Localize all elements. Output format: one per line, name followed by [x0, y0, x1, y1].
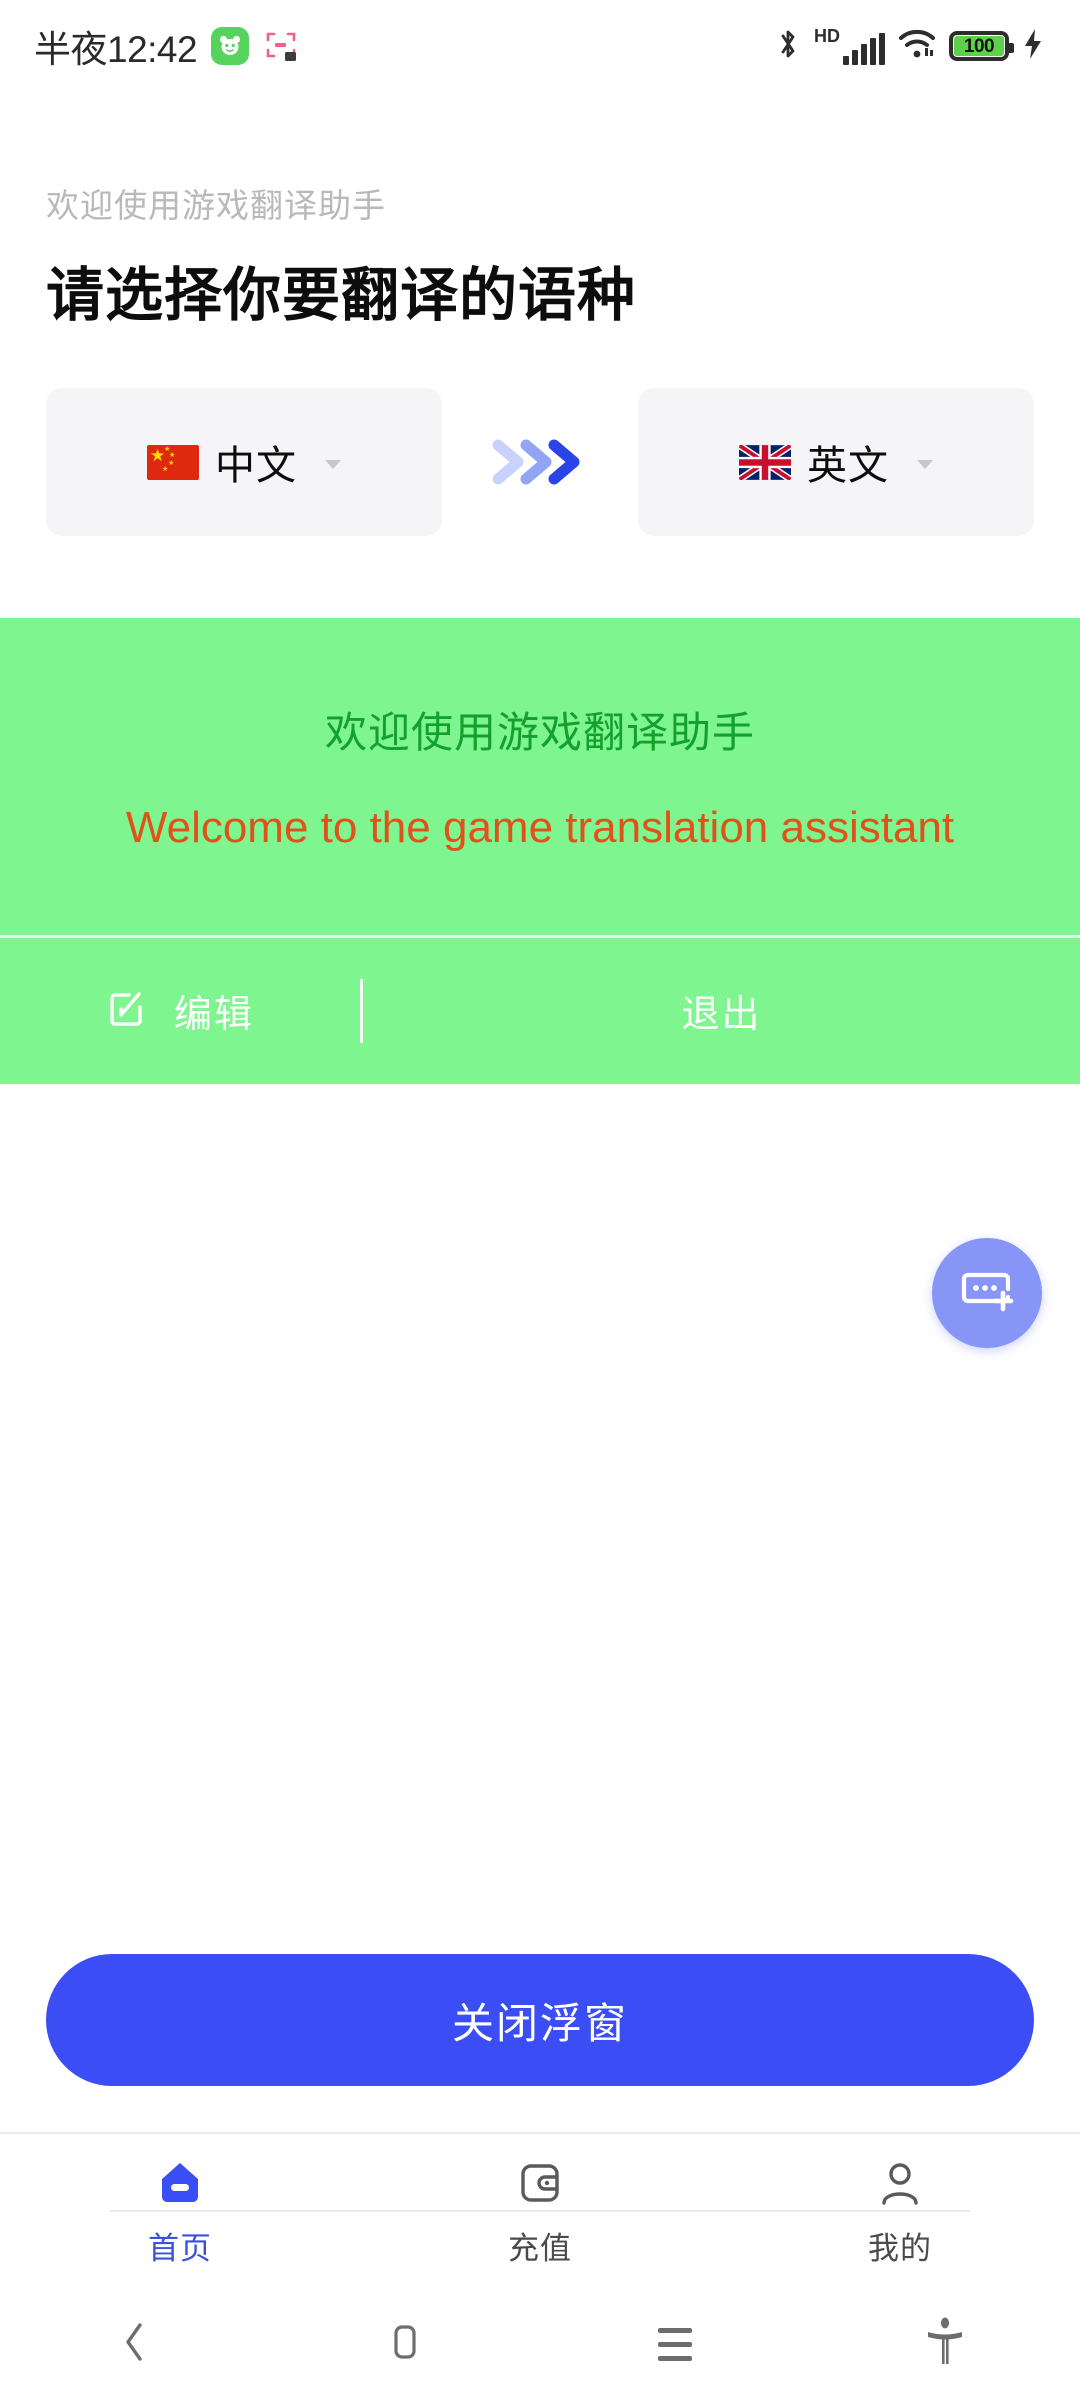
- exit-button-label: 退出: [681, 994, 762, 1037]
- wallet-icon: [514, 2155, 566, 2211]
- triple-chevron-right-icon: [480, 429, 600, 495]
- source-language-selector[interactable]: ★ ★ ★ ★ ★ 中文: [46, 388, 442, 537]
- chevron-down-icon: [325, 459, 341, 469]
- phone-screen: 半夜12:42 HD 100 欢迎使用游戏翻译助手 请选择你要翻译的语种 ★ ★…: [0, 0, 1080, 2400]
- translation-content: 欢迎使用游戏翻译助手 Welcome to the game translati…: [0, 618, 1080, 935]
- status-clock: 半夜12:42: [34, 29, 198, 70]
- add-caption-card-icon: [956, 1259, 1018, 1326]
- tab-home-label: 首页: [148, 2230, 212, 2266]
- charging-bolt-icon: [1022, 27, 1044, 66]
- edit-button[interactable]: 编辑: [0, 983, 360, 1039]
- source-language-label: 中文: [215, 444, 297, 489]
- content-area: [0, 1084, 1080, 1954]
- bluetooth-icon: [775, 26, 801, 67]
- target-language-label: 英文: [807, 444, 889, 489]
- status-bar-left: 半夜12:42: [34, 19, 299, 73]
- battery-level: 100: [963, 35, 995, 57]
- back-chevron-icon: [118, 2319, 152, 2370]
- wifi-icon: [898, 28, 936, 65]
- scan-frame-icon: [263, 28, 299, 64]
- home-square-icon: [388, 2320, 422, 2369]
- translation-panel-actions: 编辑 退出: [0, 938, 1080, 1084]
- china-flag-icon: ★ ★ ★ ★ ★: [147, 444, 199, 480]
- action-separator: [360, 978, 363, 1043]
- language-selector-row: ★ ★ ★ ★ ★ 中文 英文: [0, 388, 1080, 537]
- hd-label: HD: [814, 26, 840, 46]
- accessibility-person-icon: [922, 2314, 968, 2375]
- nav-back-button[interactable]: [0, 2319, 270, 2370]
- status-bar: 半夜12:42 HD 100: [0, 0, 1080, 92]
- chevron-down-icon: [917, 459, 933, 469]
- person-icon: [874, 2155, 926, 2211]
- translation-result-text: Welcome to the game translation assistan…: [125, 802, 955, 852]
- translation-panel: 欢迎使用游戏翻译助手 Welcome to the game translati…: [0, 618, 1080, 1084]
- page-header: 欢迎使用游戏翻译助手 请选择你要翻译的语种: [0, 92, 1080, 330]
- edit-pencil-square-icon: [106, 983, 152, 1039]
- add-caption-card-button[interactable]: [932, 1237, 1042, 1348]
- tab-profile-label: 我的: [868, 2230, 932, 2266]
- tab-underline: [110, 2210, 970, 2212]
- recents-lines-icon: [658, 2327, 692, 2361]
- primary-action-wrap: 关闭浮窗: [0, 1954, 1080, 2086]
- status-bar-right: HD 100: [775, 26, 1044, 67]
- close-floating-window-button[interactable]: 关闭浮窗: [46, 1954, 1034, 2086]
- panda-app-icon: [211, 27, 250, 65]
- exit-button[interactable]: 退出: [363, 983, 1080, 1038]
- tab-recharge-label: 充值: [508, 2230, 572, 2266]
- nav-home-button[interactable]: [270, 2320, 540, 2369]
- nav-recents-button[interactable]: [540, 2327, 810, 2361]
- page-title: 请选择你要翻译的语种: [46, 262, 637, 328]
- edit-button-label: 编辑: [173, 994, 254, 1037]
- signal-bars: [843, 33, 885, 65]
- uk-flag-icon: [739, 444, 791, 480]
- target-language-selector[interactable]: 英文: [638, 388, 1034, 537]
- welcome-subtitle: 欢迎使用游戏翻译助手: [46, 187, 386, 224]
- cellular-signal-icon: HD: [814, 27, 885, 65]
- android-navigation-bar: [0, 2288, 1080, 2400]
- nav-accessibility-button[interactable]: [810, 2314, 1080, 2375]
- home-icon: [154, 2155, 206, 2211]
- bottom-tab-bar: 首页 充值 我的: [0, 2132, 1080, 2288]
- translation-source-text: 欢迎使用游戏翻译助手: [324, 709, 755, 757]
- battery-indicator: 100: [949, 31, 1014, 61]
